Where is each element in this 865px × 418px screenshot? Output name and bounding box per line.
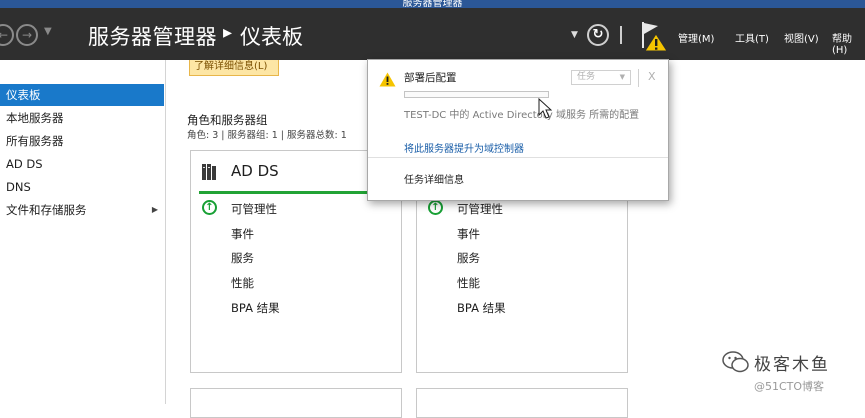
tile-row-events[interactable]: 事件: [231, 226, 254, 242]
window-title: 服务器管理器: [402, 0, 463, 8]
tile-row-manageability[interactable]: 可管理性: [457, 201, 503, 217]
tile-row-performance[interactable]: 性能: [457, 275, 480, 291]
menu-tools[interactable]: 工具(T): [735, 30, 769, 45]
window-title-bar: 服务器管理器: [0, 0, 865, 8]
promote-domain-controller-link[interactable]: 将此服务器提升为域控制器: [404, 140, 524, 155]
watermark-name: 极客木鱼: [754, 355, 830, 375]
tile-row-events[interactable]: 事件: [457, 226, 480, 242]
sidebar: 仪表板 本地服务器 所有服务器 AD DS DNS 文件和存储服务 ▶: [0, 60, 166, 404]
status-ok-icon: ↑: [428, 200, 443, 215]
server-role-icon: [202, 164, 216, 180]
tile-row-bpa-results[interactable]: BPA 结果: [457, 300, 506, 316]
sidebar-item-file-storage[interactable]: 文件和存储服务 ▶: [0, 199, 164, 221]
sidebar-item-dashboard[interactable]: 仪表板: [0, 84, 164, 106]
role-tile-file-storage[interactable]: [190, 388, 402, 418]
sidebar-item-label: DNS: [6, 180, 31, 194]
sidebar-item-label: 文件和存储服务: [6, 203, 87, 217]
header-bar: ← → ▼ 服务器管理器 ▸ 仪表板 ▼ ↻ 管理(M) 工具(T) 视图(V)…: [0, 8, 865, 60]
tile-title: AD DS: [231, 162, 279, 180]
roles-section-summary: 角色: 3 | 服务器组: 1 | 服务器总数: 1: [187, 130, 347, 141]
progress-bar: [404, 91, 549, 98]
warning-icon: [379, 72, 396, 87]
menu-manage[interactable]: 管理(M): [678, 30, 714, 45]
back-icon[interactable]: ←: [0, 24, 14, 46]
notification-description: TEST-DC 中的 Active Directory 域服务 所需的配置: [404, 110, 640, 121]
sidebar-item-dns[interactable]: DNS: [0, 176, 164, 198]
tasks-dropdown[interactable]: 任务 ▼: [571, 70, 631, 85]
role-tile-local-server[interactable]: [416, 388, 628, 418]
header-divider: [620, 26, 622, 44]
popup-separator: [368, 157, 668, 158]
mouse-cursor-icon: [538, 98, 552, 119]
sidebar-item-label: AD DS: [6, 157, 43, 171]
sidebar-item-label: 仪表板: [6, 88, 41, 102]
expand-arrow-icon[interactable]: ▶: [152, 199, 158, 221]
nav-history-dropdown-icon[interactable]: ▼: [44, 26, 52, 37]
app-title: 服务器管理器: [88, 25, 217, 49]
breadcrumb-separator: ▸: [223, 22, 233, 43]
watermark: 极客木鱼 @51CTO博客: [722, 350, 862, 400]
status-ok-icon: ↑: [202, 200, 217, 215]
watermark-site: @51CTO博客: [754, 380, 825, 393]
sidebar-item-label: 所有服务器: [6, 134, 64, 148]
tasks-label: 任务: [577, 72, 596, 82]
learn-more-banner[interactable]: 了解详细信息(L): [189, 60, 279, 76]
tile-row-manageability[interactable]: 可管理性: [231, 201, 277, 217]
tile-row-bpa-results[interactable]: BPA 结果: [231, 300, 280, 316]
task-details-link[interactable]: 任务详细信息: [404, 171, 464, 186]
notification-title: 部署后配置: [404, 72, 457, 84]
tile-row-services[interactable]: 服务: [457, 250, 480, 266]
refresh-dropdown-icon[interactable]: ▼: [571, 30, 578, 40]
sidebar-item-ad-ds[interactable]: AD DS: [0, 153, 164, 175]
sidebar-item-label: 本地服务器: [6, 111, 64, 125]
menu-help[interactable]: 帮助(H): [832, 30, 865, 56]
notification-flag-icon[interactable]: [638, 20, 668, 52]
wechat-logo-icon: [722, 351, 749, 373]
page-title: 仪表板: [240, 25, 303, 49]
notifications-popup: 部署后配置 任务 ▼ X TEST-DC 中的 Active Directory…: [367, 59, 669, 201]
forward-icon[interactable]: →: [16, 24, 38, 46]
tile-row-performance[interactable]: 性能: [231, 275, 254, 291]
menu-view[interactable]: 视图(V): [784, 30, 819, 45]
popup-divider: [638, 69, 639, 87]
sidebar-item-all-servers[interactable]: 所有服务器: [0, 130, 164, 152]
refresh-icon[interactable]: ↻: [587, 24, 609, 46]
sidebar-item-local-server[interactable]: 本地服务器: [0, 107, 164, 129]
chevron-down-icon: ▼: [619, 73, 625, 81]
close-icon[interactable]: X: [648, 70, 656, 83]
roles-section-title: 角色和服务器组: [187, 113, 268, 127]
tile-row-services[interactable]: 服务: [231, 250, 254, 266]
